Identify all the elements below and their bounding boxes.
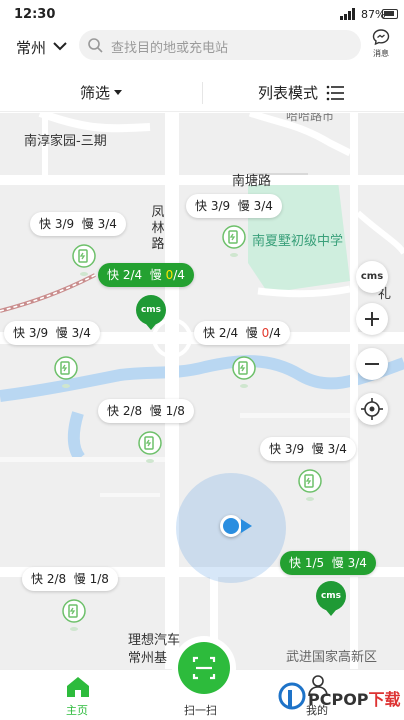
cms-station-marker[interactable]: cms — [136, 295, 166, 325]
watermark: PCPOP下载 — [278, 682, 404, 714]
map-label-school: 南夏墅初级中学 — [252, 234, 344, 249]
station-bubble[interactable]: 快 2/4 慢 0/4 — [194, 321, 290, 345]
charging-station-pin[interactable] — [222, 225, 246, 259]
status-bar: 12:30 87% — [0, 0, 404, 28]
charging-station-pin[interactable] — [138, 431, 162, 465]
map-label-changzhou: 常州基 — [128, 651, 168, 666]
map-label-district: 武进国家高新区 — [286, 650, 378, 665]
home-icon — [67, 677, 89, 697]
pin-tail — [326, 610, 336, 616]
nav-home[interactable]: 主页 — [56, 670, 100, 720]
cms-station-marker[interactable]: cms — [316, 581, 346, 611]
search-input[interactable]: 查找目的地或充电站 — [79, 30, 361, 60]
minus-icon — [365, 363, 379, 365]
scan-icon — [192, 656, 216, 680]
locate-me-button[interactable] — [356, 393, 388, 425]
station-bubble-selected[interactable]: 快 1/5 慢 3/4 — [280, 551, 376, 575]
filter-button[interactable]: 筛选 — [80, 82, 110, 103]
zoom-in-button[interactable] — [356, 303, 388, 335]
watermark-text: PCPOP下载 — [308, 690, 401, 709]
station-bubble[interactable]: 快 3/9 慢 3/4 — [4, 321, 100, 345]
map-label-lixiang: 理想汽车 — [128, 633, 181, 648]
list-icon[interactable] — [326, 85, 344, 101]
current-location-dot — [220, 515, 242, 537]
station-bubble[interactable]: 快 2/8 慢 1/8 — [98, 399, 194, 423]
scan-button[interactable] — [172, 636, 236, 700]
crosshair-icon — [361, 398, 383, 420]
filter-bar: 筛选 列表模式 — [0, 74, 404, 112]
pcpop-logo-icon — [278, 682, 306, 710]
signal-icon — [340, 8, 356, 20]
search-placeholder: 查找目的地或充电站 — [111, 41, 229, 56]
chat-icon — [372, 29, 390, 46]
map-label-fenglin-road: 凤林路 — [151, 205, 165, 252]
scan-button-inner — [178, 642, 230, 694]
station-bubble[interactable]: 快 3/9 慢 3/4 — [186, 194, 282, 218]
map-label-nanchun: 南淳家园-三期 — [24, 134, 107, 149]
station-bubble[interactable]: 快 2/8 慢 1/8 — [22, 567, 118, 591]
cms-layer-button[interactable]: cms — [356, 261, 388, 293]
city-selector[interactable]: 常州 — [16, 37, 46, 58]
pin-tail — [146, 324, 156, 330]
map-label-nantang-road: 南塘路 — [232, 174, 272, 189]
battery-icon — [382, 9, 398, 19]
chevron-down-icon[interactable] — [52, 38, 68, 54]
message-label: 消息 — [373, 49, 389, 58]
charging-station-pin[interactable] — [72, 244, 96, 278]
nav-scan-label: 扫一扫 — [184, 704, 217, 717]
charging-station-pin[interactable] — [62, 599, 86, 633]
map-view[interactable]: 哈哈路市 南淳家园-三期 南塘路 凤林路 南夏墅初级中学 礼 理想汽车 常州基 … — [0, 113, 404, 669]
message-button[interactable]: 消息 — [368, 28, 394, 60]
map-label-road: 哈哈路市 — [286, 113, 335, 123]
search-icon — [88, 38, 103, 53]
heading-arrow-icon — [241, 519, 252, 533]
list-mode-button[interactable]: 列表模式 — [258, 82, 318, 103]
station-bubble[interactable]: 快 3/9 慢 3/4 — [260, 437, 356, 461]
nav-home-label: 主页 — [66, 704, 88, 717]
caret-down-icon[interactable] — [114, 90, 122, 95]
charging-station-pin[interactable] — [232, 356, 256, 390]
station-bubble[interactable]: 快 3/9 慢 3/4 — [30, 212, 126, 236]
zoom-out-button[interactable] — [356, 348, 388, 380]
charging-station-pin[interactable] — [298, 469, 322, 503]
plus-icon — [365, 312, 379, 326]
status-time: 12:30 — [14, 7, 56, 22]
divider — [202, 82, 203, 104]
station-bubble-selected[interactable]: 快 2/4 慢 0/4 — [98, 263, 194, 287]
charging-station-pin[interactable] — [54, 356, 78, 390]
